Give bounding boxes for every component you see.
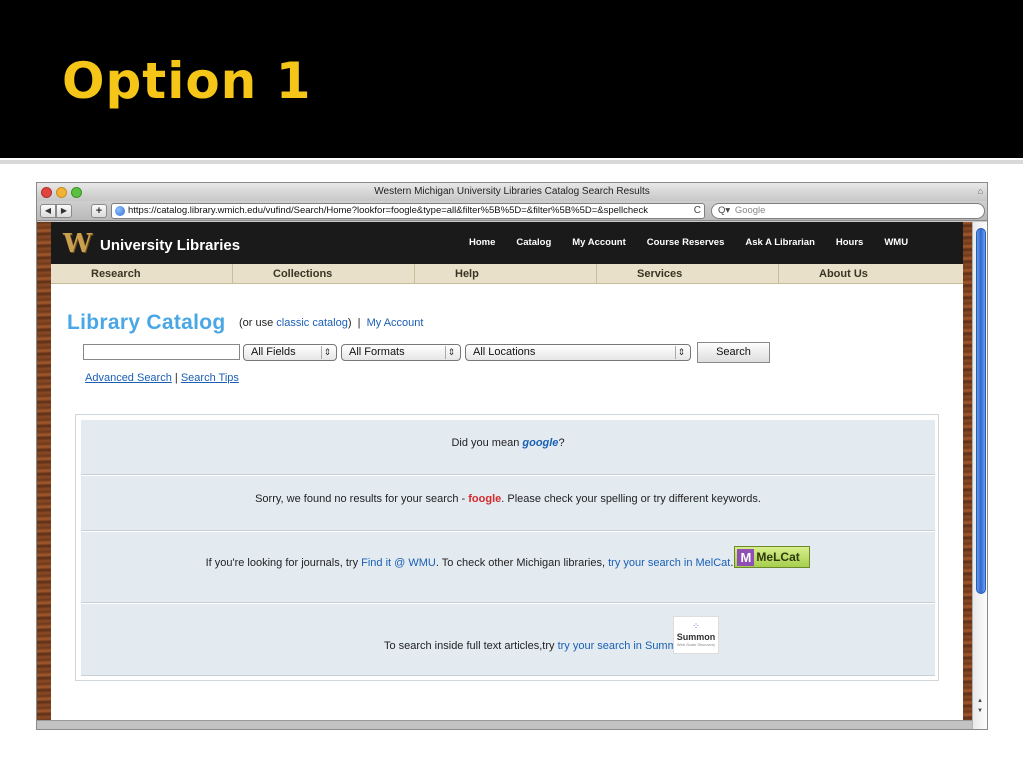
summon-text: To search inside full text articles,try … <box>81 640 935 652</box>
summon-dots-icon: ⁘ <box>692 621 700 631</box>
select-arrows-icon: ⇕ <box>675 346 687 359</box>
browser-search-field[interactable]: Q▾ Google <box>711 203 985 219</box>
mainnav-services[interactable]: Services <box>597 264 779 283</box>
address-text: https://catalog.library.wmich.edu/vufind… <box>128 205 648 216</box>
slide-divider <box>0 160 1023 164</box>
journals-row: If you're looking for journals, try Find… <box>81 532 935 603</box>
melcat-search-link[interactable]: try your search in MelCat <box>608 557 730 569</box>
search-tips-link[interactable]: Search Tips <box>181 372 239 384</box>
journals-middle: . To check other Michigan libraries, <box>435 557 609 569</box>
advanced-search-link[interactable]: Advanced Search <box>85 372 172 384</box>
select-arrows-icon: ⇕ <box>321 346 333 359</box>
search-type-value: All Fields <box>251 346 296 358</box>
classic-suffix: ) | <box>347 317 367 329</box>
journals-prefix: If you're looking for journals, try <box>205 557 362 569</box>
slide-title: Option 1 <box>62 52 312 110</box>
reload-icon[interactable]: C <box>694 204 701 218</box>
browser-toolbar: ◀ ▶ + https://catalog.library.wmich.edu/… <box>37 201 987 221</box>
forward-button[interactable]: ▶ <box>56 204 72 218</box>
topnav-hours[interactable]: Hours <box>836 237 863 248</box>
search-placeholder: Google <box>734 205 766 216</box>
address-bar[interactable]: https://catalog.library.wmich.edu/vufind… <box>111 203 705 219</box>
slide: Option 1 Western Michigan University Lib… <box>0 0 1023 767</box>
mainnav-research[interactable]: Research <box>51 264 233 283</box>
classic-catalog-link[interactable]: classic catalog <box>276 317 348 329</box>
aux-separator: | <box>171 372 181 384</box>
did-you-mean-prefix: Did you mean <box>451 437 523 449</box>
format-select[interactable]: All Formats ⇕ <box>341 344 461 361</box>
window-bottom-bar <box>37 720 972 729</box>
top-nav: Home Catalog My Account Course Reserves … <box>469 237 929 248</box>
mainnav-collections[interactable]: Collections <box>233 264 415 283</box>
topnav-home[interactable]: Home <box>469 237 495 248</box>
scroll-down-arrow-icon[interactable]: ▼ <box>977 708 983 714</box>
scroll-up-arrow-icon[interactable]: ▲ <box>977 698 983 704</box>
back-button[interactable]: ◀ <box>40 204 56 218</box>
main-nav: Research Collections Help Services About… <box>51 264 963 284</box>
melcat-logo-text: MeLCat <box>756 550 800 565</box>
melcat-m-icon: M <box>737 549 755 567</box>
my-account-link[interactable]: My Account <box>367 317 424 329</box>
globe-icon <box>115 206 125 216</box>
wmu-logo[interactable]: W <box>63 231 92 257</box>
search-query: foogle <box>468 493 502 505</box>
spelling-suggestion-link[interactable]: google <box>522 437 558 449</box>
location-value: All Locations <box>473 346 536 358</box>
no-results-prefix: Sorry, we found no results for your sear… <box>255 493 469 505</box>
mainnav-about-us[interactable]: About Us <box>779 264 961 283</box>
topnav-course-reserves[interactable]: Course Reserves <box>647 237 725 248</box>
window-title: Western Michigan University Libraries Ca… <box>374 186 650 197</box>
find-it-wmu-link[interactable]: Find it @ WMU <box>361 557 436 569</box>
scroll-thumb[interactable] <box>976 228 986 594</box>
format-value: All Formats <box>349 346 405 358</box>
journals-suffix: . <box>730 557 734 569</box>
topnav-catalog[interactable]: Catalog <box>516 237 551 248</box>
summon-search-link[interactable]: try your search in Summon <box>558 640 689 652</box>
catalog-heading: Library Catalog <box>67 311 226 334</box>
results-box: Did you mean google? Sorry, we found no … <box>75 414 939 681</box>
did-you-mean-row: Did you mean google? <box>81 420 935 475</box>
no-results-suffix: . Please check your spelling or try diff… <box>501 493 761 505</box>
page-viewport: W University Libraries Home Catalog My A… <box>37 222 972 729</box>
topnav-wmu[interactable]: WMU <box>884 237 908 248</box>
vertical-scrollbar[interactable]: ▲ ▼ <box>972 222 987 729</box>
location-select[interactable]: All Locations ⇕ <box>465 344 691 361</box>
slide-header: Option 1 <box>0 0 1023 158</box>
topnav-my-account[interactable]: My Account <box>572 237 625 248</box>
resize-icon: ⌂ <box>977 186 983 196</box>
select-arrows-icon: ⇕ <box>445 346 457 359</box>
site-title[interactable]: University Libraries <box>100 237 240 254</box>
search-input[interactable] <box>83 344 240 360</box>
search-button[interactable]: Search <box>697 342 770 363</box>
did-you-mean-suffix: ? <box>558 437 565 449</box>
summon-prefix: To search inside full text articles,try <box>383 640 558 652</box>
search-type-select[interactable]: All Fields ⇕ <box>243 344 337 361</box>
topnav-ask-a-librarian[interactable]: Ask A Librarian <box>745 237 815 248</box>
add-bookmark-button[interactable]: + <box>91 204 107 218</box>
search-aux-links: Advanced Search | Search Tips <box>85 372 239 384</box>
no-results-row: Sorry, we found no results for your sear… <box>81 476 935 531</box>
browser-window: Western Michigan University Libraries Ca… <box>36 182 988 730</box>
site-masthead: W University Libraries Home Catalog My A… <box>51 222 963 264</box>
summon-logo-word: Summon <box>676 632 716 642</box>
classic-prefix: (or use <box>239 317 277 329</box>
library-page: W University Libraries Home Catalog My A… <box>51 222 963 729</box>
mainnav-help[interactable]: Help <box>415 264 597 283</box>
search-icon: Q▾ <box>718 205 731 216</box>
summon-logo-sub: Web-Scale Discovery <box>676 642 716 647</box>
window-titlebar[interactable]: Western Michigan University Libraries Ca… <box>37 183 987 201</box>
melcat-logo[interactable]: M MeLCat <box>734 546 811 569</box>
summon-row: To search inside full text articles,try … <box>81 604 935 676</box>
summon-logo[interactable]: ⁘ Summon Web-Scale Discovery <box>673 616 719 654</box>
catalog-alt-links: (or use classic catalog) | My Account <box>239 317 423 329</box>
